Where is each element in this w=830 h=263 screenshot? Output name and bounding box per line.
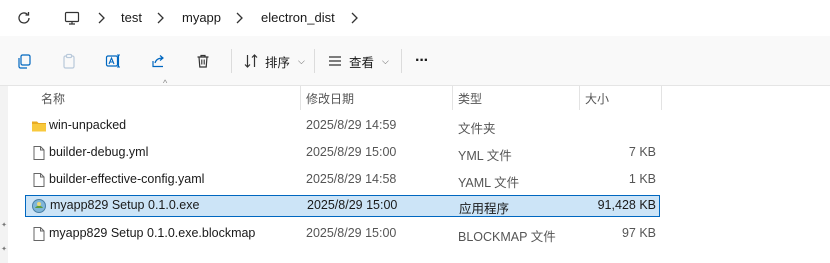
navigation-pane-edge[interactable]: ✦ ✦ — [0, 86, 8, 263]
paste-icon[interactable] — [59, 51, 79, 71]
column-divider[interactable] — [452, 86, 453, 110]
file-type: 文件夹 — [458, 122, 496, 136]
view-label: 查看 — [349, 55, 375, 70]
folder-icon — [31, 118, 47, 134]
breadcrumb-myapp[interactable]: myapp — [182, 10, 221, 25]
file-modified: 2025/8/29 14:58 — [306, 172, 397, 186]
file-size: 7 KB — [628, 145, 656, 159]
file-modified: 2025/8/29 15:00 — [306, 226, 397, 240]
toolbar-divider — [401, 49, 402, 73]
chevron-right-icon[interactable] — [347, 9, 361, 27]
file-modified: 2025/8/29 14:59 — [306, 118, 397, 132]
file-icon — [31, 145, 47, 161]
rename-icon[interactable] — [103, 51, 123, 71]
delete-icon[interactable] — [193, 51, 213, 71]
chevron-right-icon[interactable] — [153, 9, 167, 27]
column-divider[interactable] — [579, 86, 580, 110]
file-row-setup-exe[interactable]: myapp829 Setup 0.1.0.exe 2025/8/29 15:00… — [25, 195, 660, 217]
chevron-right-icon[interactable] — [232, 9, 246, 27]
column-header: 名称 修改日期 类型 大小 — [0, 86, 830, 110]
toolbar-divider — [314, 49, 315, 73]
file-size: 97 KB — [621, 226, 656, 240]
file-type: BLOCKMAP 文件 — [458, 230, 556, 244]
file-row-builder-effective-config[interactable]: builder-effective-config.yaml 2025/8/29 … — [25, 169, 660, 191]
column-type[interactable]: 类型 — [458, 90, 482, 107]
chevron-down-icon: ⌵ — [382, 55, 389, 66]
file-modified: 2025/8/29 15:00 — [306, 145, 397, 159]
column-divider[interactable] — [300, 86, 301, 110]
file-row-setup-blockmap[interactable]: myapp829 Setup 0.1.0.exe.blockmap 2025/8… — [25, 223, 660, 245]
address-bar: test myapp electron_dist — [0, 0, 830, 36]
file-size: 91,428 KB — [597, 198, 656, 212]
file-name: win-unpacked — [49, 118, 127, 132]
file-icon — [31, 226, 47, 242]
share-icon[interactable] — [148, 51, 168, 71]
file-name: myapp829 Setup 0.1.0.exe.blockmap — [49, 226, 256, 240]
column-size[interactable]: 大小 — [585, 90, 609, 107]
sort-button[interactable]: 排序 ⌵ — [243, 49, 305, 73]
column-name[interactable]: 名称 — [41, 90, 65, 107]
toolbar-divider — [231, 49, 232, 73]
file-size: 1 KB — [628, 172, 656, 186]
copy-icon[interactable] — [14, 51, 34, 71]
file-name: myapp829 Setup 0.1.0.exe — [50, 198, 200, 212]
file-row-win-unpacked[interactable]: win-unpacked 2025/8/29 14:59 文件夹 — [25, 115, 660, 137]
more-options-button[interactable]: ··· — [415, 49, 429, 73]
chevron-right-icon[interactable] — [94, 9, 108, 27]
pin-icon: ✦ — [1, 222, 7, 229]
sort-ascending-icon: ^ — [163, 78, 168, 88]
file-icon — [31, 172, 47, 188]
view-button[interactable]: 查看 ⌵ — [327, 49, 389, 73]
chevron-down-icon: ⌵ — [298, 55, 305, 66]
sort-label: 排序 — [265, 55, 291, 70]
column-divider[interactable] — [661, 86, 662, 110]
this-pc-icon[interactable] — [62, 8, 82, 28]
file-type: YML 文件 — [458, 149, 512, 163]
breadcrumb-electron-dist[interactable]: electron_dist — [261, 10, 335, 25]
sort-icon — [244, 54, 258, 68]
pin-icon: ✦ — [1, 246, 7, 253]
view-list-icon — [329, 56, 341, 66]
column-modified[interactable]: 修改日期 — [306, 90, 354, 107]
file-type: YAML 文件 — [458, 176, 520, 190]
file-modified: 2025/8/29 15:00 — [307, 198, 398, 212]
command-bar: 排序 ⌵ 查看 ⌵ ··· — [0, 36, 830, 86]
file-type: 应用程序 — [459, 202, 510, 216]
refresh-icon[interactable] — [14, 8, 34, 28]
installer-icon — [31, 198, 47, 214]
file-row-builder-debug[interactable]: builder-debug.yml 2025/8/29 15:00 YML 文件… — [25, 142, 660, 164]
file-name: builder-effective-config.yaml — [49, 172, 205, 186]
file-name: builder-debug.yml — [49, 145, 149, 159]
breadcrumb-test[interactable]: test — [121, 10, 142, 25]
